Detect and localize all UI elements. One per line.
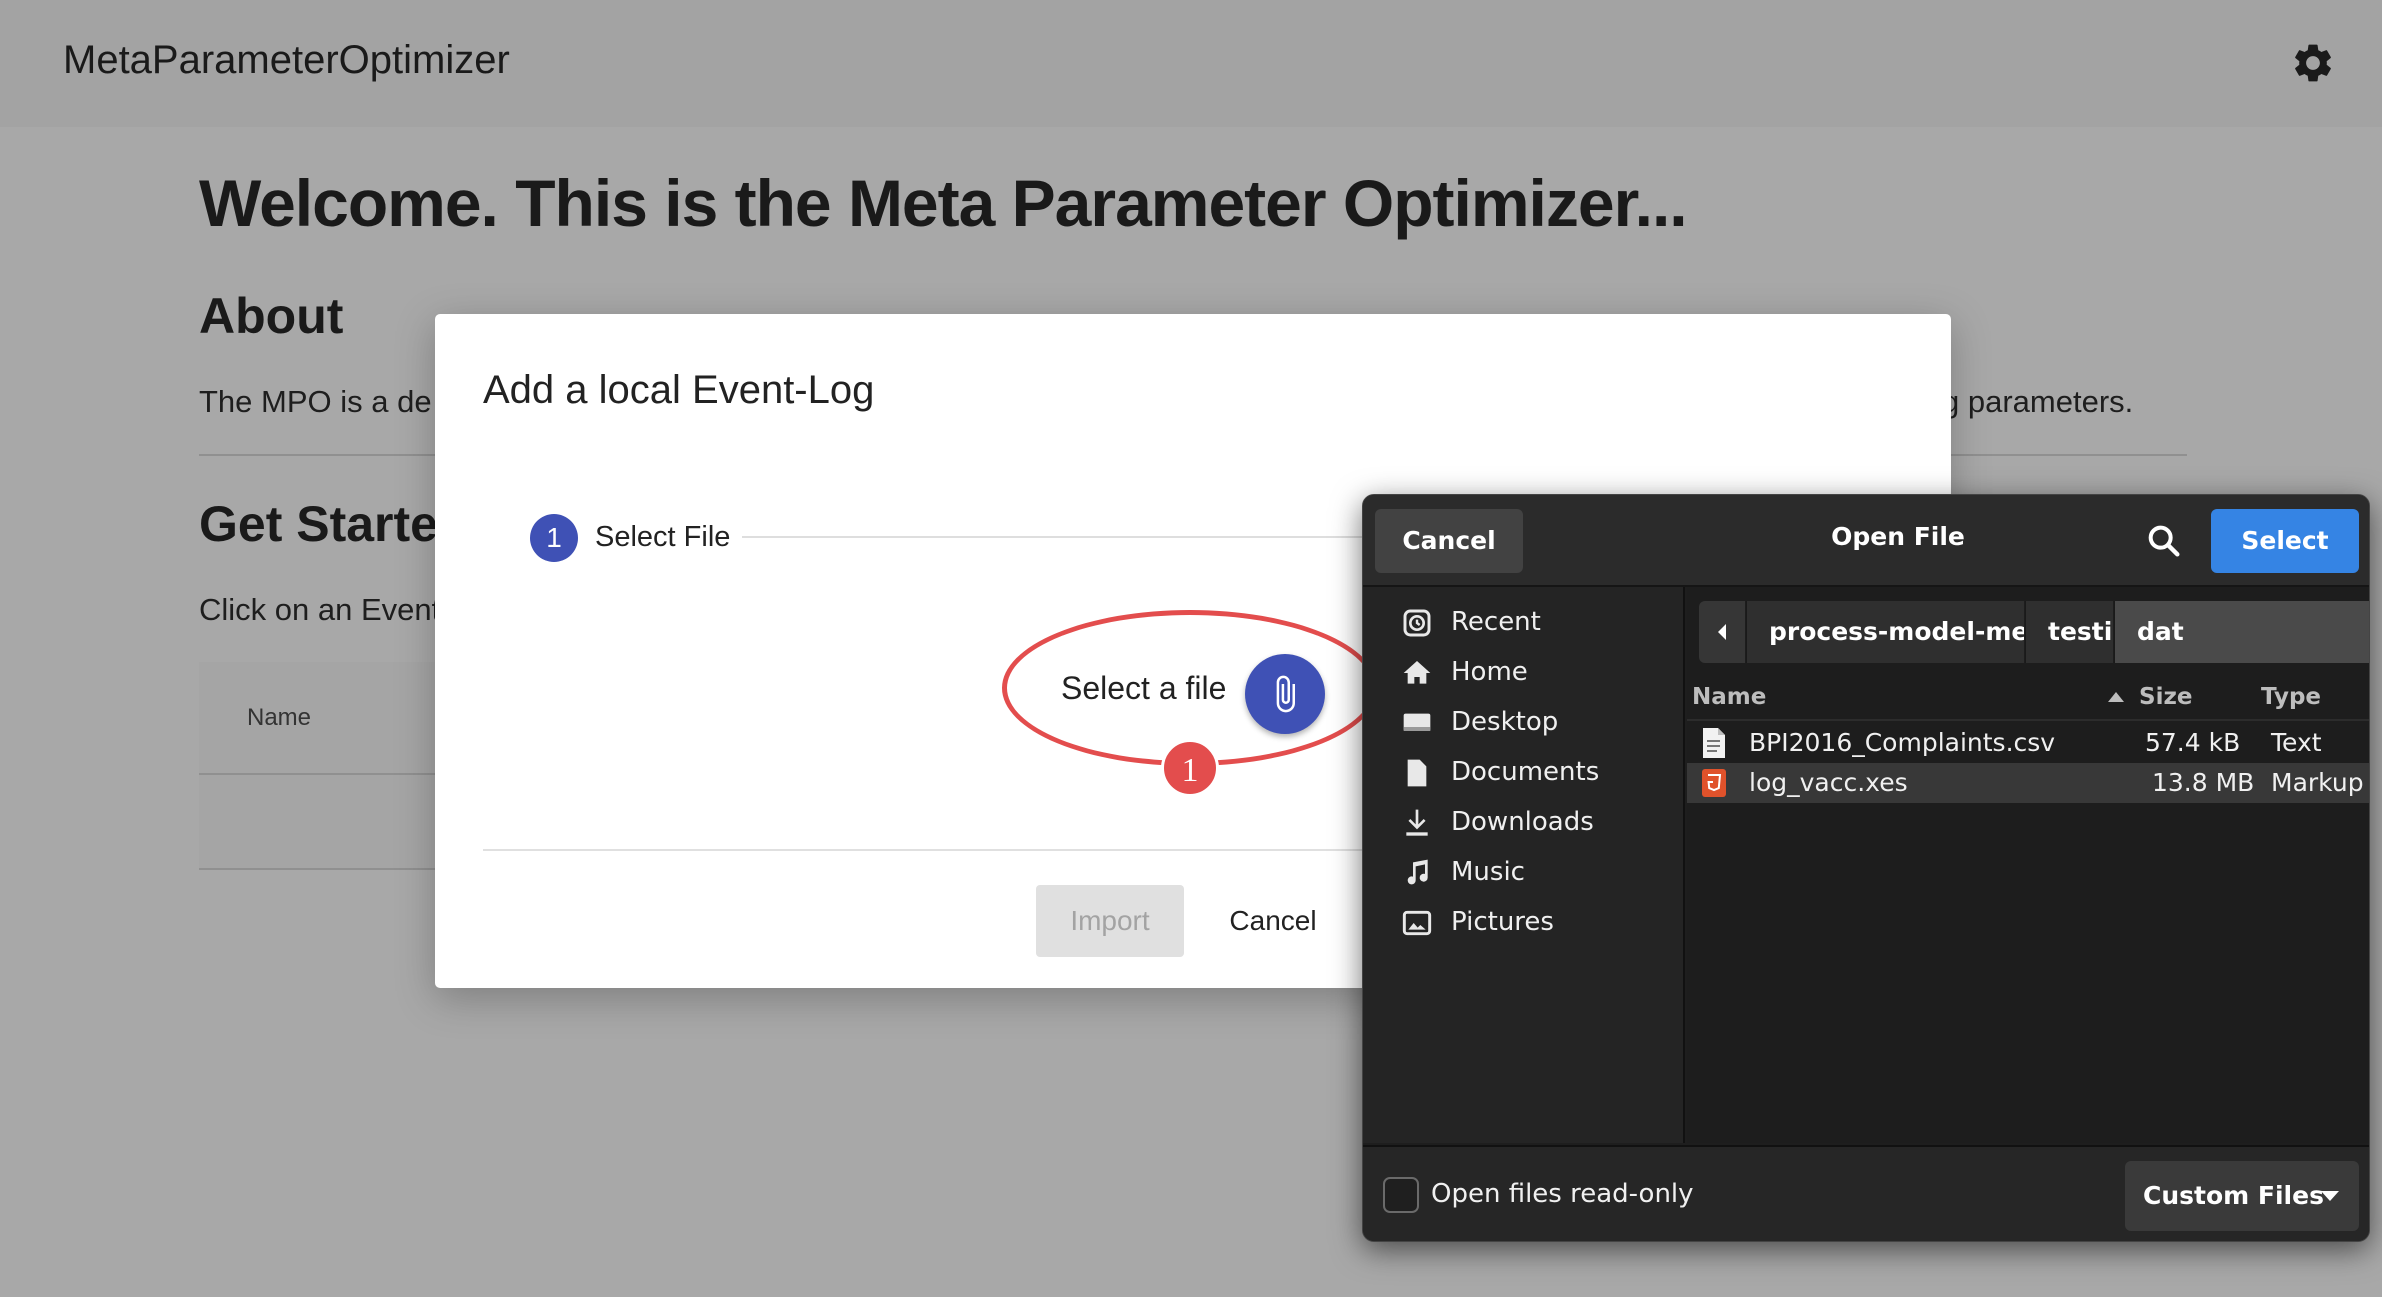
file-size: 57.4 kB [2145, 728, 2241, 757]
file-list-header: Name Size Type [1687, 675, 2369, 721]
file-dialog-select-button[interactable]: Select [2211, 509, 2359, 573]
column-header-size[interactable]: Size [2139, 684, 2192, 710]
app-toolbar: MetaParameterOptimizer [0, 0, 2382, 127]
file-type: Markup [2271, 768, 2364, 797]
annotation-badge: 1 [1161, 739, 1219, 797]
file-row[interactable]: BPI2016_Complaints.csv 57.4 kB Text [1687, 723, 2369, 763]
about-text: The MPO is a de [199, 384, 432, 419]
file-filter-dropdown[interactable]: Custom Files [2125, 1161, 2359, 1231]
file-dialog-cancel-button[interactable]: Cancel [1375, 509, 1523, 573]
app-title: MetaParameterOptimizer [63, 38, 510, 82]
file-name: log_vacc.xes [1749, 768, 1908, 797]
about-text-tail: g parameters. [1942, 384, 2134, 419]
pictures-icon [1402, 910, 1432, 936]
chevron-left-icon [1718, 624, 1726, 640]
import-button[interactable]: Import [1036, 885, 1184, 957]
sidebar-item-label: Music [1451, 857, 1525, 887]
file-dialog-footer: Open files read-only Custom Files [1363, 1145, 2369, 1241]
get-started-text: Click on an Event [199, 592, 441, 627]
places-sidebar: Recent Home Desktop Documents Downloads … [1363, 587, 1685, 1143]
sidebar-item-label: Downloads [1451, 807, 1594, 837]
path-segment-current[interactable]: dat [2114, 601, 2369, 663]
documents-icon [1407, 759, 1427, 787]
file-row-selected[interactable]: log_vacc.xes 13.8 MB Markup [1687, 763, 2369, 803]
home-icon [1403, 661, 1431, 684]
sidebar-item-label: Home [1451, 657, 1528, 687]
dialog-title: Add a local Event-Log [483, 368, 875, 412]
search-icon[interactable] [2144, 521, 2184, 561]
file-type: Text [2271, 728, 2322, 757]
sidebar-item-label: Pictures [1451, 907, 1554, 937]
file-dialog-title: Open File [1831, 522, 1965, 551]
file-filter-label: Custom Files [2143, 1181, 2324, 1210]
music-icon [1407, 859, 1428, 885]
step-number-badge: 1 [530, 514, 578, 562]
recent-icon [1403, 609, 1431, 637]
sidebar-item-pictures[interactable]: Pictures [1363, 887, 1685, 959]
get-started-heading: Get Started [199, 496, 469, 552]
file-browser: process-model-meta-discovery testing dat… [1687, 587, 2369, 1143]
chevron-down-icon [2321, 1191, 2339, 1201]
file-dialog-header: Cancel Open File Select [1363, 495, 2369, 587]
sidebar-item-label: Recent [1451, 607, 1541, 637]
sidebar-item-label: Desktop [1451, 707, 1559, 737]
path-segment[interactable]: process-model-meta-discovery [1746, 601, 2024, 663]
desktop-icon [1403, 713, 1431, 731]
sidebar-item-label: Documents [1451, 757, 1600, 787]
downloads-icon [1406, 809, 1428, 836]
file-name: BPI2016_Complaints.csv [1749, 728, 2056, 757]
text-file-icon [1703, 728, 1725, 758]
open-file-dialog: Cancel Open File Select Recent Home Desk… [1362, 494, 2370, 1242]
path-back-button[interactable] [1699, 601, 1745, 663]
table-header-name: Name [247, 704, 312, 731]
column-header-name[interactable]: Name [1692, 684, 1766, 710]
about-heading: About [199, 288, 344, 344]
step-label: Select File [595, 521, 731, 553]
column-header-type[interactable]: Type [2261, 684, 2321, 710]
path-segment[interactable]: testing [2025, 601, 2113, 663]
dialog-cancel-button[interactable]: Cancel [1208, 885, 1338, 957]
read-only-label: Open files read-only [1431, 1179, 1694, 1209]
path-bar: process-model-meta-discovery testing dat [1699, 601, 2369, 663]
html-file-icon [1702, 769, 1726, 797]
gear-icon[interactable] [2290, 40, 2336, 86]
file-size: 13.8 MB [2152, 768, 2255, 797]
read-only-checkbox[interactable] [1383, 1177, 1419, 1213]
welcome-heading: Welcome. This is the Meta Parameter Opti… [199, 166, 1688, 240]
sort-ascending-icon [2108, 692, 2124, 702]
